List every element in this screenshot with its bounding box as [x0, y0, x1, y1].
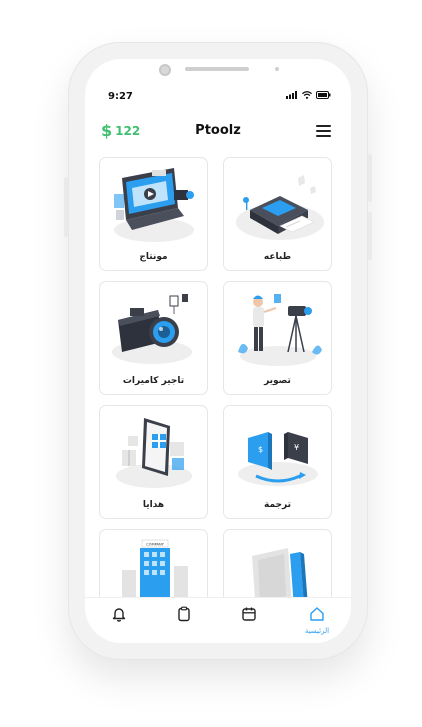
status-time: 9:27: [108, 91, 133, 102]
front-camera: [159, 64, 171, 76]
app-title: Ptoolz: [195, 123, 241, 138]
phone-volume-down: [368, 212, 372, 260]
translation-illustration-icon: $ ¥: [238, 432, 318, 486]
bell-icon: [112, 608, 126, 622]
wifi-icon: [302, 91, 312, 99]
service-card-camera-rental[interactable]: تاجير كاميرات: [99, 281, 208, 395]
tab-home-label: الرئيسية: [304, 627, 330, 635]
service-card-printing[interactable]: طباعه: [223, 157, 332, 271]
printer-illustration-icon: [236, 175, 324, 240]
app-screen: 9:27 $ 122 Ptoolz طباعه مونتاج تصوير تاج…: [85, 59, 351, 643]
clipboard-icon: [178, 606, 190, 622]
service-card-company[interactable]: COMPANY: [99, 529, 208, 597]
company-building-illustration-icon: COMPANY: [122, 539, 188, 597]
photographer-illustration-icon: [238, 294, 322, 366]
bottom-tab-bar: الرئيسية: [85, 597, 351, 643]
phone-frame: 9:27 $ 122 Ptoolz طباعه مونتاج تصوير تاج…: [64, 42, 372, 660]
battery-icon: [316, 91, 331, 99]
home-icon: [310, 607, 324, 621]
camera-rental-illustration-icon: [112, 294, 192, 364]
speaker-grill: [185, 67, 249, 71]
svg-text:¥: ¥: [294, 443, 299, 452]
service-card-translation[interactable]: $ ¥ ترجمة: [223, 405, 332, 519]
phone-side-button: [64, 177, 68, 237]
signal-icon: [286, 91, 297, 99]
documents-illustration-icon: [252, 548, 308, 597]
services-grid: طباعه مونتاج تصوير تاجير كاميرات $ ¥ ترج…: [99, 157, 335, 597]
service-label: ترجمة: [264, 500, 291, 510]
hamburger-menu-icon[interactable]: [316, 125, 331, 137]
service-card-photography[interactable]: تصوير: [223, 281, 332, 395]
service-label: طباعه: [263, 252, 292, 262]
service-card-gifts[interactable]: هدايا: [99, 405, 208, 519]
tab-home[interactable]: الرئيسية: [297, 606, 337, 635]
company-sign: COMPANY: [146, 543, 165, 547]
service-card-documents[interactable]: [223, 529, 332, 597]
gifts-illustration-icon: [116, 418, 192, 488]
phone-notch: [85, 59, 351, 89]
tab-orders[interactable]: [164, 606, 204, 626]
service-label: تاجير كاميرات: [122, 376, 185, 386]
tab-calendar[interactable]: [229, 606, 269, 626]
status-icons: [286, 91, 331, 99]
calendar-icon: [242, 607, 256, 621]
service-label: هدايا: [142, 500, 165, 510]
service-label: تصوير: [264, 376, 291, 386]
tab-notifications[interactable]: [99, 606, 139, 626]
phone-volume-up: [368, 154, 372, 202]
video-editing-illustration-icon: [114, 168, 194, 242]
service-label: مونتاج: [139, 252, 168, 262]
service-card-montage[interactable]: مونتاج: [99, 157, 208, 271]
sensor-dot: [275, 67, 279, 71]
svg-text:$: $: [258, 445, 263, 454]
